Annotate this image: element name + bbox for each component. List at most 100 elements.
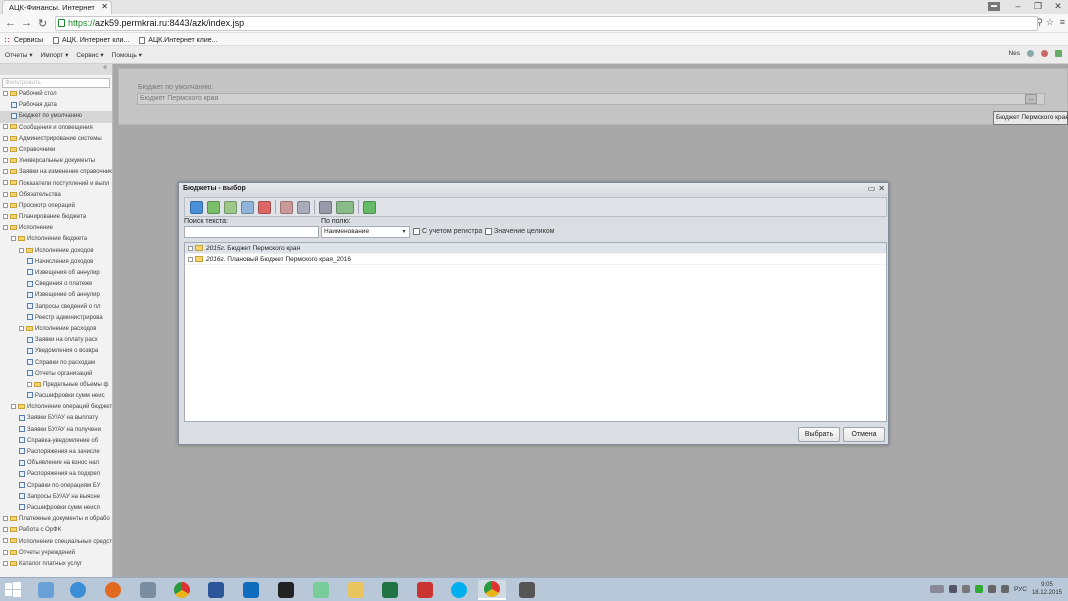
close-window-icon[interactable]: ✕ — [1048, 0, 1068, 14]
add-icon[interactable] — [224, 200, 237, 214]
field-select[interactable]: Наименование ▾ — [321, 226, 410, 238]
expand-icon[interactable] — [19, 325, 24, 331]
sidebar-tree-item[interactable]: Извещения об аннулир — [0, 268, 112, 279]
expand-icon[interactable] — [3, 225, 8, 231]
url-input[interactable]: https://azk59.permkrai.ru:8443/azk/index… — [55, 16, 1038, 31]
sidebar-tree-item[interactable]: Рабочая дата — [0, 100, 112, 111]
taskbar-pdf-icon[interactable] — [411, 580, 439, 600]
expand-icon[interactable] — [3, 169, 8, 175]
expand-icon[interactable] — [3, 135, 8, 141]
tray-icon[interactable] — [948, 585, 957, 593]
chevron-down-icon[interactable]: ▾ — [400, 228, 408, 237]
restore-icon[interactable]: ❐ — [1028, 0, 1048, 14]
sidebar-tree-item[interactable]: Заявки на изменение справочник — [0, 167, 112, 178]
expand-icon[interactable] — [3, 527, 8, 533]
expand-icon[interactable] — [11, 404, 16, 410]
sidebar-tree-item[interactable]: Справки по операциям БУ — [0, 481, 112, 492]
sidebar-tree-item[interactable]: Справочники — [0, 145, 112, 156]
settings-icon[interactable] — [1027, 50, 1034, 57]
close-tab-icon[interactable]: ✕ — [101, 2, 108, 11]
expand-icon[interactable] — [3, 213, 8, 219]
volume-icon[interactable] — [1000, 585, 1009, 593]
keyboard-icon[interactable] — [929, 585, 944, 593]
sidebar-tree-item[interactable]: Каталог платных услуг — [0, 559, 112, 570]
tray-icon[interactable] — [974, 585, 983, 593]
browser-tab[interactable]: АЦК-Финансы. Интернет ✕ — [2, 0, 112, 14]
expand-icon[interactable] — [3, 90, 8, 96]
close-dialog-icon[interactable]: ✕ — [878, 184, 885, 193]
expand-icon[interactable] — [11, 236, 16, 242]
sidebar-tree-item[interactable]: Сообщения и оповещения — [0, 123, 112, 134]
taskbar-terminal-icon[interactable] — [272, 580, 300, 600]
taskbar-firefox-icon[interactable] — [99, 580, 127, 600]
star-icon[interactable]: ☆ — [1046, 17, 1054, 28]
expand-icon[interactable] — [188, 245, 193, 251]
sidebar-tree-item[interactable]: Запросы БУ/АУ на выясне — [0, 492, 112, 503]
sidebar-tree-item[interactable]: Показатели поступлений и выпл — [0, 179, 112, 190]
sidebar-tree-item[interactable]: Исполнение операций бюджет — [0, 402, 112, 413]
expand-icon[interactable] — [3, 191, 8, 197]
taskbar-calculator-icon[interactable] — [134, 580, 162, 600]
sidebar-tree-item[interactable]: Извещение об аннулир — [0, 290, 112, 301]
taskbar-outlook-icon[interactable] — [237, 580, 265, 600]
funnel-icon[interactable] — [319, 200, 332, 214]
maximize-icon[interactable]: ▭ — [868, 184, 876, 193]
sidebar-tree-item[interactable]: Исполнение специальных средст — [0, 537, 112, 548]
filter-icon[interactable] — [297, 200, 310, 214]
network-icon[interactable] — [987, 585, 996, 593]
taskbar-app-icon[interactable] — [307, 580, 335, 600]
expand-icon[interactable] — [3, 180, 8, 186]
menu-icon[interactable]: ≡ — [1060, 17, 1065, 27]
sidebar-tree-item[interactable]: Исполнение доходов — [0, 246, 112, 257]
sidebar-tree-item[interactable]: Бюджет по умолчанию — [0, 111, 112, 123]
copy-icon[interactable] — [241, 200, 254, 214]
sidebar-tree-item[interactable]: Обязательства — [0, 190, 112, 201]
sidebar-tree-item[interactable]: Расшифровки сумм неисп — [0, 503, 112, 514]
sidebar-tree-item[interactable]: Объявление на взнос нал — [0, 458, 112, 469]
taskbar-ie-icon[interactable] — [64, 580, 92, 600]
menu-service[interactable]: Сервис ▾ — [76, 51, 103, 59]
expand-icon[interactable] — [19, 247, 24, 253]
expand-icon[interactable] — [3, 124, 8, 130]
sidebar-tree-item[interactable]: Заявки БУ/АУ на получени — [0, 425, 112, 436]
budget-picker-button[interactable]: ... — [1025, 94, 1037, 104]
sidebar-filter-input[interactable]: Фильтровать — [2, 78, 110, 88]
sidebar-tree-item[interactable]: Отчеты учреждений — [0, 548, 112, 559]
edit-icon[interactable] — [207, 200, 220, 214]
expand-icon[interactable] — [3, 538, 8, 544]
sidebar-tree-item[interactable]: Распоряжения на подкреп — [0, 469, 112, 480]
cancel-button[interactable]: Отмена — [843, 427, 885, 442]
tray-icon[interactable] — [961, 585, 970, 593]
minimize-icon[interactable]: – — [1008, 0, 1028, 14]
windows-start-icon[interactable] — [4, 581, 22, 599]
refresh-icon[interactable] — [190, 200, 203, 214]
back-icon[interactable]: ← — [5, 17, 16, 29]
sidebar-tree-item[interactable]: Работа с ОрФК — [0, 525, 112, 536]
sidebar-tree-item[interactable]: Реестр администрирова — [0, 313, 112, 324]
sidebar-tree-item[interactable]: Запросы сведений о пл — [0, 302, 112, 313]
sidebar-tree-item[interactable]: Справки по расходам — [0, 358, 112, 369]
taskbar-skype-icon[interactable] — [445, 580, 473, 600]
budget-row[interactable]: 2016г. Плановый Бюджет Пермского края_20… — [185, 254, 886, 265]
search-input[interactable] — [184, 226, 319, 238]
bookmark-2[interactable]: АЦК.Интернет клие... — [139, 35, 218, 45]
sidebar-tree-item[interactable]: Платежные документы и обрабо — [0, 514, 112, 525]
forward-icon[interactable]: → — [21, 17, 32, 29]
sidebar-tree-item[interactable]: Просмотр операций — [0, 201, 112, 212]
profile-icon[interactable]: ▬ — [988, 2, 1000, 11]
checkbox-box[interactable] — [485, 228, 492, 235]
sidebar-tree-item[interactable]: Сведения о платеже — [0, 279, 112, 290]
default-budget-field[interactable]: Бюджет Пермского края — [137, 93, 1045, 105]
sidebar-tree-item[interactable]: Администрирование системы — [0, 134, 112, 145]
delete-icon[interactable] — [258, 200, 271, 214]
taskbar-chrome-icon[interactable] — [168, 580, 196, 600]
clock[interactable]: 9:05 18.12.2015 — [1032, 581, 1062, 597]
menu-help[interactable]: Помощь ▾ — [112, 51, 142, 59]
taskbar-excel-icon[interactable] — [376, 580, 404, 600]
tools-icon[interactable] — [1041, 50, 1048, 57]
sidebar-tree-item[interactable]: Предельные объемы ф — [0, 380, 112, 391]
expand-icon[interactable] — [3, 549, 8, 555]
sidebar-tree-item[interactable]: Отчеты организаций — [0, 369, 112, 380]
sidebar-tree-item[interactable]: Планирование бюджета — [0, 212, 112, 223]
export-icon[interactable] — [363, 200, 376, 214]
